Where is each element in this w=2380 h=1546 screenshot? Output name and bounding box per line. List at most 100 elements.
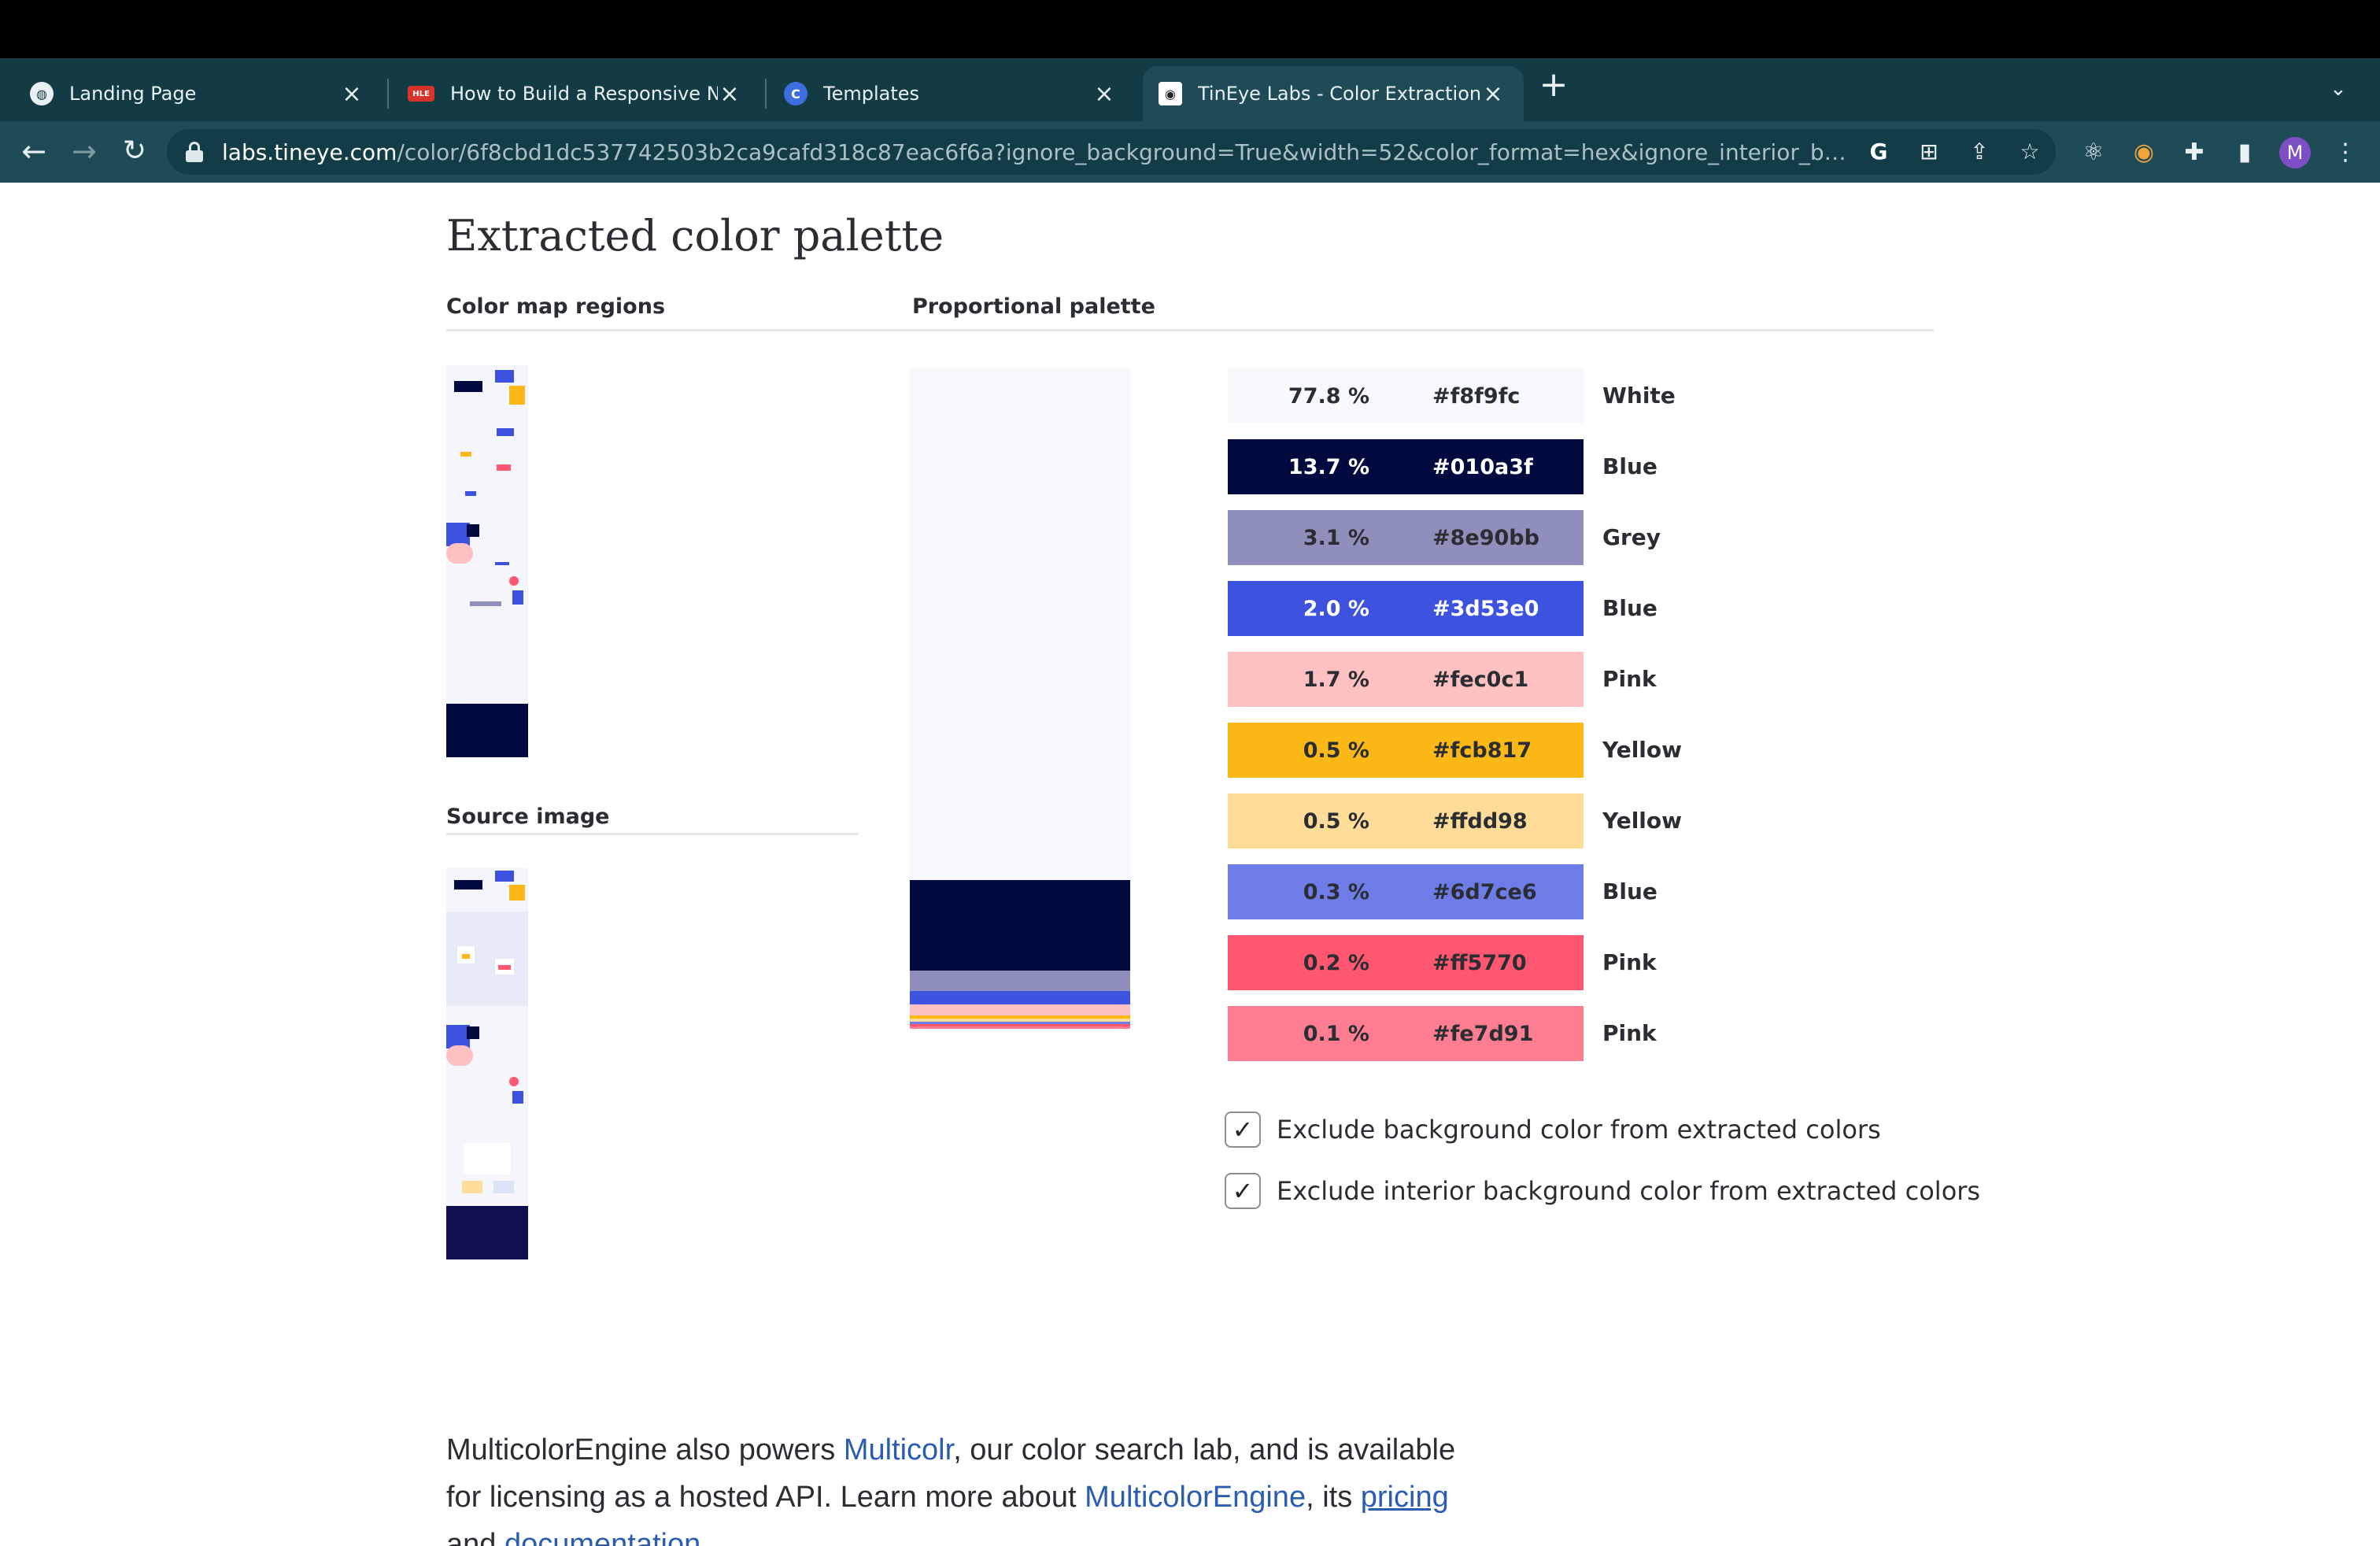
color-percentage: 0.5 % — [1303, 738, 1369, 763]
globe-icon: ◍ — [30, 82, 54, 105]
bookmark-star-icon[interactable]: ☆ — [2016, 139, 2043, 165]
color-hex-code: #8e90bb — [1432, 525, 1539, 550]
color-percentage: 1.7 % — [1303, 667, 1369, 692]
exclude-background-checkbox[interactable]: ✓ — [1225, 1111, 1261, 1148]
canva-logo-icon: C — [784, 82, 808, 105]
close-icon[interactable]: × — [718, 80, 741, 108]
tab-landing-page[interactable]: ◍ Landing Page × — [0, 66, 382, 121]
color-name: White — [1602, 383, 1676, 409]
color-name: Blue — [1602, 878, 1658, 904]
page-content: Extracted color palette Color map region… — [0, 183, 2380, 1546]
palette-segment — [910, 1026, 1130, 1029]
color-swatch: 2.0 % #3d53e0 — [1228, 581, 1584, 636]
multicolorengine-link[interactable]: MulticolorEngine — [1085, 1481, 1306, 1514]
close-icon[interactable]: × — [1481, 80, 1505, 108]
color-hex-code: #3d53e0 — [1432, 596, 1539, 621]
tab-strip: ◍ Landing Page × HLE How to Build a Resp… — [0, 58, 2380, 121]
exclude-interior-background-option[interactable]: ✓ Exclude interior background color from… — [1225, 1173, 1980, 1209]
close-icon[interactable]: × — [1092, 80, 1116, 108]
side-panel-icon[interactable]: ▮ — [2229, 137, 2260, 168]
color-name: Pink — [1602, 1020, 1657, 1046]
paragraph-text: . — [700, 1528, 709, 1546]
color-name: Pink — [1602, 949, 1657, 975]
lock-icon[interactable] — [186, 142, 203, 162]
color-percentage: 0.1 % — [1303, 1021, 1369, 1046]
color-name: Yellow — [1602, 737, 1682, 763]
google-lens-icon[interactable]: G — [1865, 139, 1892, 165]
tab-tineye-color-extraction[interactable]: ◉ TinEye Labs - Color Extraction × — [1143, 66, 1524, 121]
section-divider — [446, 329, 1934, 331]
react-devtools-icon[interactable]: ⚛ — [2078, 137, 2109, 168]
page-title: Extracted color palette — [446, 211, 944, 261]
documentation-link[interactable]: documentation — [504, 1528, 700, 1546]
color-hex-code: #6d7ce6 — [1432, 879, 1537, 904]
exclude-interior-background-checkbox[interactable]: ✓ — [1225, 1173, 1261, 1209]
color-name: Grey — [1602, 524, 1661, 550]
tab-title: Templates — [823, 83, 920, 105]
color-swatch: 13.7 % #010a3f — [1228, 439, 1584, 494]
extensions-puzzle-icon[interactable]: ✚ — [2179, 137, 2210, 168]
color-name: Blue — [1602, 595, 1658, 621]
color-percentage: 77.8 % — [1288, 383, 1369, 409]
share-icon[interactable]: ⇪ — [1966, 139, 1993, 165]
tab-templates[interactable]: C Templates × — [768, 66, 1135, 121]
color-percentage: 13.7 % — [1288, 454, 1369, 479]
reload-button[interactable]: ↻ — [115, 132, 154, 172]
proportional-palette-bar — [910, 368, 1130, 1029]
color-hex-code: #ffdd98 — [1432, 808, 1528, 834]
palette-segment — [910, 880, 1130, 971]
palette-segment — [910, 991, 1130, 1004]
url-text[interactable]: labs.tineye.com/color/6f8cbd1dc537742503… — [222, 139, 1859, 165]
palette-segment — [910, 368, 1130, 880]
tineye-logo-icon: ◉ — [1159, 82, 1182, 105]
exclude-background-label: Exclude background color from extracted … — [1277, 1115, 1881, 1145]
paragraph-text: , its — [1306, 1481, 1361, 1514]
chevron-down-icon[interactable]: ⌄ — [2330, 77, 2347, 101]
color-map-heading: Color map regions — [446, 294, 666, 319]
tab-title: Landing Page — [69, 83, 197, 105]
forward-button[interactable]: → — [65, 132, 104, 172]
more-menu-icon[interactable]: ⋮ — [2330, 137, 2361, 168]
multicolorengine-paragraph: MulticolorEngine also powers Multicolr , … — [446, 1426, 1485, 1546]
color-swatch: 0.3 % #6d7ce6 — [1228, 864, 1584, 919]
color-swatch: 1.7 % #fec0c1 — [1228, 652, 1584, 707]
multicolr-link[interactable]: Multicolr — [844, 1433, 953, 1466]
color-hex-code: #ff5770 — [1432, 950, 1527, 975]
color-percentage: 0.5 % — [1303, 808, 1369, 834]
exclude-background-option[interactable]: ✓ Exclude background color from extracte… — [1225, 1111, 1881, 1148]
os-menu-bar — [0, 0, 2380, 58]
close-icon[interactable]: × — [340, 80, 364, 108]
proportional-palette-heading: Proportional palette — [912, 294, 1155, 319]
new-tab-button[interactable]: + — [1536, 68, 1571, 104]
section-divider — [446, 833, 859, 835]
color-swatch: 0.5 % #fcb817 — [1228, 723, 1584, 778]
source-image-heading: Source image — [446, 804, 610, 829]
site-logo-icon: HLE — [408, 86, 434, 102]
browser-toolbar: ← → ↻ labs.tineye.com/color/6f8cbd1dc537… — [0, 121, 2380, 183]
tab-title: How to Build a Responsive Navbar — [450, 83, 718, 105]
color-map-image — [446, 365, 528, 757]
tab-separator — [387, 79, 389, 109]
color-name: Yellow — [1602, 808, 1682, 834]
color-swatch: 77.8 % #f8f9fc — [1228, 368, 1584, 423]
palette-segment — [910, 1004, 1130, 1015]
address-bar[interactable]: labs.tineye.com/color/6f8cbd1dc537742503… — [167, 129, 2056, 175]
color-swatch: 3.1 % #8e90bb — [1228, 510, 1584, 565]
color-hex-code: #fe7d91 — [1432, 1021, 1534, 1046]
profile-avatar[interactable]: M — [2279, 137, 2311, 168]
back-button[interactable]: ← — [14, 132, 54, 172]
pricing-link[interactable]: pricing — [1361, 1481, 1449, 1514]
paragraph-text: MulticolorEngine also powers — [446, 1433, 844, 1466]
color-hex-code: #fcb817 — [1432, 738, 1532, 763]
translate-icon[interactable]: ⊞ — [1916, 139, 1942, 165]
color-hex-code: #f8f9fc — [1432, 383, 1521, 409]
color-swatch: 0.1 % #fe7d91 — [1228, 1006, 1584, 1061]
color-name: Blue — [1602, 453, 1658, 479]
tab-responsive-navbar[interactable]: HLE How to Build a Responsive Navbar × — [390, 66, 760, 121]
color-percentage: 2.0 % — [1303, 596, 1369, 621]
color-swatch: 0.2 % #ff5770 — [1228, 935, 1584, 990]
color-hex-code: #010a3f — [1432, 454, 1533, 479]
color-picker-extension-icon[interactable]: ◉ — [2128, 137, 2160, 168]
color-hex-code: #fec0c1 — [1432, 667, 1529, 692]
tab-separator — [765, 79, 767, 109]
